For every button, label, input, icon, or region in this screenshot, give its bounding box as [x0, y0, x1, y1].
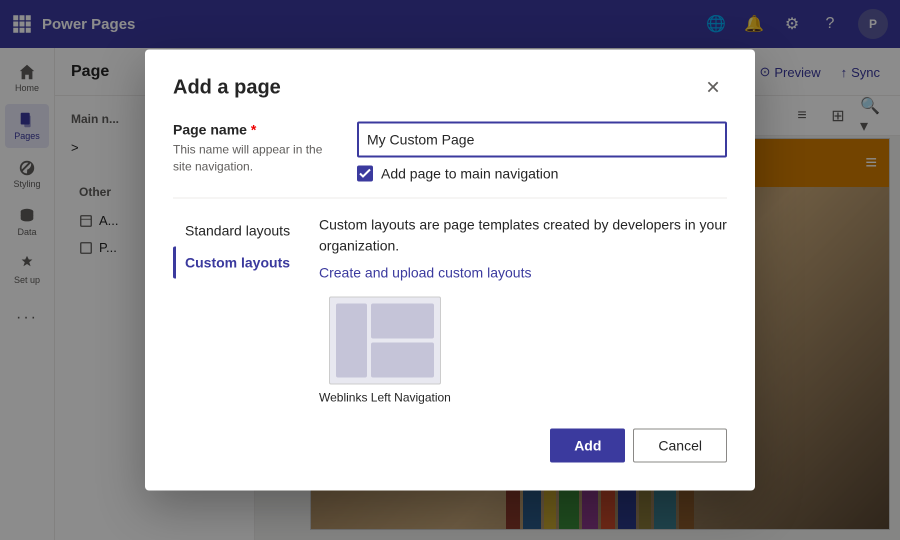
thumb-block-bottom — [371, 343, 434, 378]
nav-checkbox-label: Add page to main navigation — [381, 166, 558, 182]
create-upload-link[interactable]: Create and upload custom layouts — [319, 265, 531, 281]
page-name-row: Page name * This name will appear in the… — [173, 122, 727, 182]
add-page-dialog: Add a page ✕ Page name * This name will … — [145, 50, 755, 491]
page-name-hint: This name will appear in the site naviga… — [173, 142, 333, 176]
page-name-label: Page name * — [173, 122, 333, 138]
dialog-title: Add a page — [173, 76, 281, 99]
layout-thumb-preview — [329, 297, 441, 385]
page-name-left: Page name * This name will appear in the… — [173, 122, 333, 176]
dialog-footer: Add Cancel — [173, 429, 727, 463]
nav-checkbox[interactable] — [357, 166, 373, 182]
layout-tab-content: Custom layouts are page templates create… — [303, 215, 727, 405]
page-name-input[interactable] — [357, 122, 727, 158]
custom-layouts-tab[interactable]: Custom layouts — [173, 247, 303, 279]
custom-layouts-description: Custom layouts are page templates create… — [319, 215, 727, 257]
page-name-right: Add page to main navigation — [357, 122, 727, 182]
dialog-close-button[interactable]: ✕ — [699, 74, 727, 102]
thumb-block-top — [371, 304, 434, 339]
cancel-button[interactable]: Cancel — [633, 429, 727, 463]
layout-tabs: Standard layouts Custom layouts Custom l… — [173, 215, 727, 405]
checkbox-row: Add page to main navigation — [357, 166, 727, 182]
required-indicator: * — [251, 122, 256, 138]
layout-thumb-weblinks[interactable]: Weblinks Left Navigation — [319, 297, 451, 405]
layout-tab-left: Standard layouts Custom layouts — [173, 215, 303, 405]
layout-thumbnails: Weblinks Left Navigation — [319, 297, 727, 405]
dialog-divider — [173, 198, 727, 199]
thumb-block-sidebar — [336, 304, 367, 378]
standard-layouts-tab[interactable]: Standard layouts — [173, 215, 303, 247]
layout-thumb-label: Weblinks Left Navigation — [319, 391, 451, 405]
add-button[interactable]: Add — [550, 429, 625, 463]
dialog-header: Add a page ✕ — [173, 74, 727, 102]
